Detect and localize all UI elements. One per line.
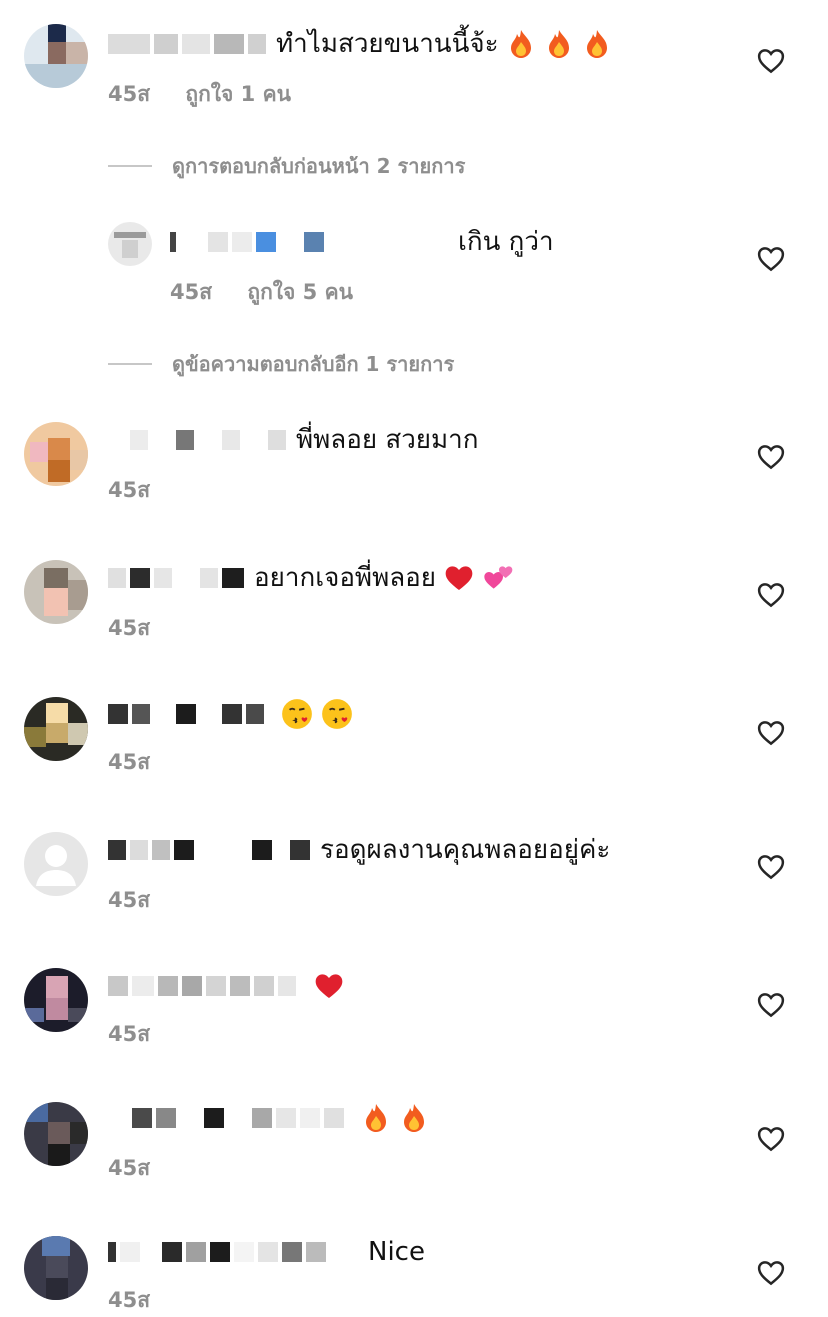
heart-outline-icon[interactable] bbox=[756, 990, 786, 1020]
fire-emoji bbox=[548, 30, 569, 58]
avatar[interactable] bbox=[24, 968, 88, 1032]
avatar[interactable] bbox=[24, 697, 88, 761]
heart-outline-icon[interactable] bbox=[756, 1124, 786, 1154]
comment-likes[interactable]: ถูกใจ 1 คน bbox=[185, 82, 291, 106]
redacted-username[interactable] bbox=[108, 1239, 354, 1265]
avatar[interactable] bbox=[24, 24, 88, 88]
heart-outline-icon[interactable] bbox=[756, 580, 786, 610]
heart-outline-icon[interactable] bbox=[756, 1258, 786, 1288]
heart-outline-icon[interactable] bbox=[756, 442, 786, 472]
comment-time: 45ส bbox=[108, 1022, 151, 1046]
comment-meta: 45ส bbox=[108, 1284, 150, 1317]
view-previous-replies[interactable]: ดูการตอบกลับก่อนหน้า 2 รายการ bbox=[108, 150, 465, 182]
two-hearts-emoji bbox=[484, 566, 513, 589]
comment-line: อยากเจอพี่พลอย bbox=[108, 558, 516, 598]
redacted-username[interactable] bbox=[108, 701, 268, 727]
avatar[interactable] bbox=[24, 1236, 88, 1300]
redacted-username[interactable] bbox=[170, 229, 452, 255]
comment-time: 45ส bbox=[108, 888, 151, 912]
heart-outline-icon[interactable] bbox=[756, 46, 786, 76]
view-more-replies-label[interactable]: ดูข้อความตอบกลับอีก 1 รายการ bbox=[172, 348, 454, 380]
comment-time: 45ส bbox=[108, 750, 151, 774]
thread-line bbox=[108, 165, 152, 167]
avatar[interactable] bbox=[24, 1102, 88, 1166]
comment-time: 45ส bbox=[170, 280, 213, 304]
comment-time: 45ส bbox=[108, 1156, 151, 1180]
comment-time: 45ส bbox=[108, 82, 151, 106]
avatar[interactable] bbox=[24, 422, 88, 486]
comment-line: ทำไมสวยขนานนี้จ้ะ bbox=[108, 24, 613, 64]
fire-emoji bbox=[510, 30, 531, 58]
comment-text: รอดูผลงานคุณพลอยอยู่ค่ะ bbox=[320, 835, 611, 865]
fire-emoji bbox=[586, 30, 607, 58]
heart-outline-icon[interactable] bbox=[756, 852, 786, 882]
comment-text: พี่พลอย สวยมาก bbox=[296, 425, 479, 455]
comment-meta: 45ส ถูกใจ 5 คน bbox=[170, 276, 353, 309]
red-heart-emoji bbox=[315, 974, 343, 998]
red-heart-emoji bbox=[445, 566, 473, 590]
redacted-username[interactable] bbox=[108, 565, 248, 591]
redacted-username[interactable] bbox=[108, 427, 290, 453]
view-previous-replies-label[interactable]: ดูการตอบกลับก่อนหน้า 2 รายการ bbox=[172, 150, 465, 182]
default-user-icon bbox=[36, 845, 76, 886]
comment-text: อยากเจอพี่พลอย bbox=[254, 563, 436, 593]
comment-line: พี่พลอย สวยมาก bbox=[108, 420, 479, 460]
comment-time: 45ส bbox=[108, 1288, 151, 1312]
comment-meta: 45ส bbox=[108, 884, 150, 917]
comment-meta: 45ส bbox=[108, 1152, 150, 1185]
redacted-username[interactable] bbox=[108, 31, 270, 57]
comment-text: ทำไมสวยขนานนี้จ้ะ bbox=[276, 29, 499, 59]
kissing-face-emoji bbox=[282, 699, 312, 729]
comment-text: Nice bbox=[368, 1237, 425, 1267]
thread-line bbox=[108, 363, 152, 365]
comment-likes[interactable]: ถูกใจ 5 คน bbox=[247, 280, 353, 304]
avatar[interactable] bbox=[108, 222, 152, 266]
avatar[interactable] bbox=[24, 832, 88, 896]
comment-line: รอดูผลงานคุณพลอยอยู่ค่ะ bbox=[108, 830, 610, 870]
redacted-username[interactable] bbox=[108, 973, 300, 999]
comment-meta: 45ส bbox=[108, 1018, 150, 1051]
comment-line: เกิน กูว่า bbox=[170, 222, 554, 262]
comment-meta: 45ส bbox=[108, 612, 150, 645]
kissing-face-emoji bbox=[322, 699, 352, 729]
comment-time: 45ส bbox=[108, 616, 151, 640]
comment-meta: 45ส bbox=[108, 474, 150, 507]
comment-text: เกิน กูว่า bbox=[458, 227, 554, 257]
fire-emoji bbox=[404, 1104, 424, 1132]
avatar[interactable] bbox=[24, 560, 88, 624]
comment-line bbox=[108, 966, 346, 1006]
fire-emoji bbox=[366, 1104, 386, 1132]
heart-outline-icon[interactable] bbox=[756, 244, 786, 274]
comment-line bbox=[108, 1098, 430, 1138]
view-more-replies[interactable]: ดูข้อความตอบกลับอีก 1 รายการ bbox=[108, 348, 454, 380]
redacted-username[interactable] bbox=[108, 1105, 348, 1131]
comment-meta: 45ส bbox=[108, 746, 150, 779]
heart-outline-icon[interactable] bbox=[756, 718, 786, 748]
comment-line bbox=[108, 694, 354, 734]
comment-line: Nice bbox=[108, 1232, 425, 1272]
comment-meta: 45ส ถูกใจ 1 คน bbox=[108, 78, 291, 111]
redacted-username[interactable] bbox=[108, 837, 314, 863]
comment-time: 45ส bbox=[108, 478, 151, 502]
